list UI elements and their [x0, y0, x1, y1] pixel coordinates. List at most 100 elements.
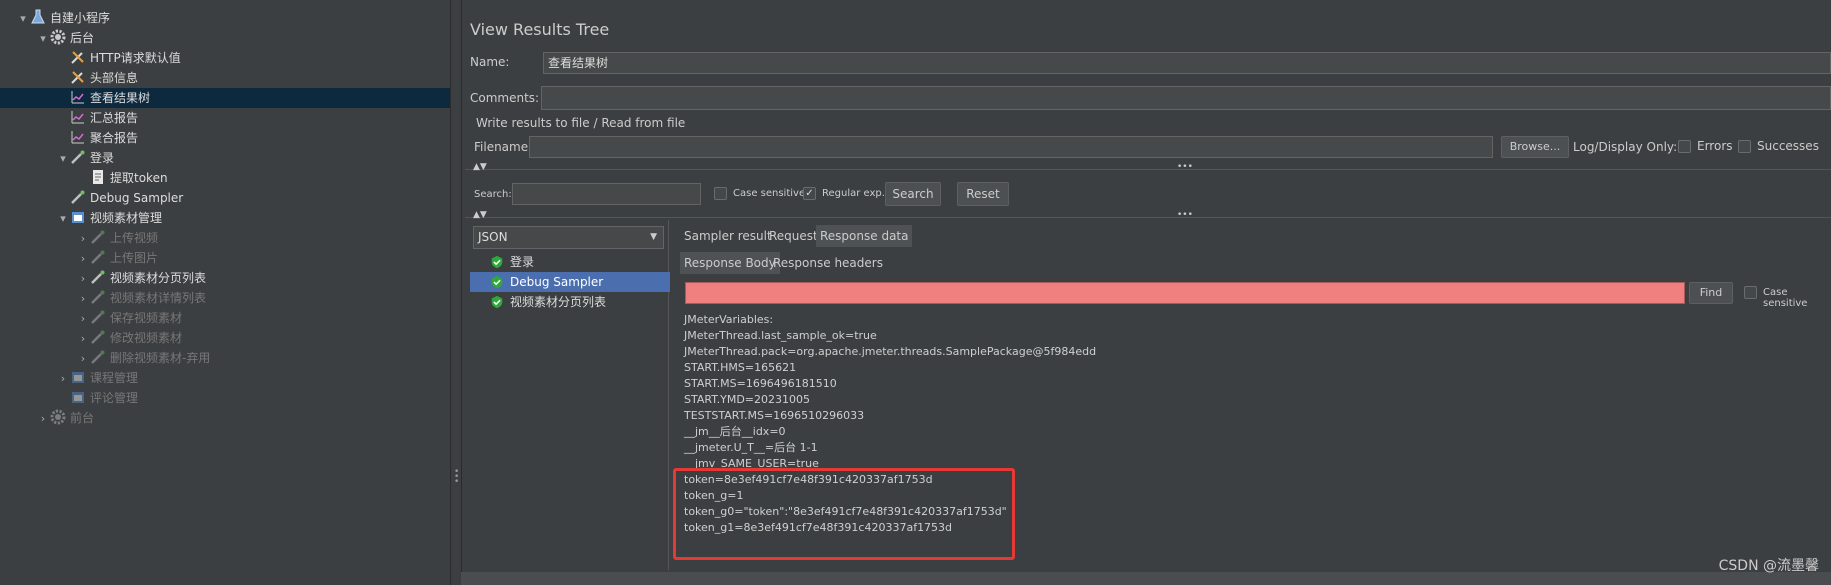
tree-toggle-icon[interactable]: › — [76, 349, 90, 369]
case-sensitive-checkbox[interactable] — [714, 187, 727, 200]
pipette-icon — [70, 189, 88, 205]
gear-icon — [50, 29, 68, 45]
filename-label: Filename — [474, 140, 529, 154]
tree-item[interactable]: ▾ 登录 — [0, 148, 450, 168]
tree-item[interactable]: 评论管理 — [0, 388, 450, 408]
tree-item[interactable]: › 删除视频素材-弃用 — [0, 348, 450, 368]
name-field[interactable]: 查看结果树 — [543, 52, 1831, 74]
subtab-response-body[interactable]: Response Body — [680, 252, 780, 274]
tab-response-data[interactable]: Response data — [816, 225, 913, 247]
divider — [465, 217, 1831, 218]
tree-item[interactable]: › 保存视频素材 — [0, 308, 450, 328]
tree-item[interactable]: ▾ 后台 — [0, 28, 450, 48]
filename-field[interactable] — [529, 136, 1493, 158]
chart-icon — [70, 89, 88, 105]
write-results-legend: Write results to file / Read from file — [476, 116, 686, 130]
splitter-grip-icon: • • • — [454, 467, 460, 487]
tree-toggle-icon[interactable]: ▾ — [56, 209, 70, 229]
tree-item[interactable]: 汇总报告 — [0, 108, 450, 128]
sampler-result-label: 视频素材分页列表 — [510, 295, 607, 309]
sampler-result-item[interactable]: 登录 — [470, 252, 670, 272]
response-line: TESTSTART.MS=1696510296033 — [684, 409, 865, 422]
renderer-select[interactable]: JSON ▼ — [473, 226, 664, 249]
tree-item[interactable]: 聚合报告 — [0, 128, 450, 148]
sampler-result-label: 登录 — [510, 255, 535, 269]
tree-item[interactable]: 头部信息 — [0, 68, 450, 88]
response-line: __jm__后台__idx=0 — [684, 425, 786, 438]
regular-exp-checkbox[interactable]: ✓ — [803, 187, 816, 200]
find-button[interactable]: Find — [1689, 282, 1733, 304]
watermark: CSDN @流墨馨 — [1718, 558, 1819, 574]
tree-item[interactable]: › 视频素材分页列表 — [0, 268, 450, 288]
sampler-result-item[interactable]: 视频素材分页列表 — [470, 292, 670, 312]
find-input[interactable] — [685, 282, 1685, 304]
divider — [465, 169, 1831, 170]
tree-item-label: 汇总报告 — [90, 111, 139, 125]
tree-item[interactable]: 查看结果树 — [0, 88, 450, 108]
comments-label: Comments: — [470, 91, 540, 105]
tree-item-label: 保存视频素材 — [110, 311, 183, 325]
successes-label: Successes — [1757, 139, 1819, 153]
find-case-sensitive-checkbox[interactable] — [1744, 286, 1757, 299]
subtab-response-headers[interactable]: Response headers — [769, 252, 887, 274]
tree-item[interactable]: › 上传视频 — [0, 228, 450, 248]
split-grip-icon[interactable]: ••• — [1177, 210, 1193, 220]
tab-request[interactable]: Request — [765, 225, 822, 247]
collapse-arrows-icon[interactable]: ▲▼ — [473, 162, 487, 172]
tree-item[interactable]: 提取token — [0, 168, 450, 188]
tree-item-label: 评论管理 — [90, 391, 139, 405]
sampler-result-item[interactable]: Debug Sampler — [470, 272, 670, 292]
tree-item[interactable]: ▾ 自建小程序 — [0, 8, 450, 28]
response-line: JMeterThread.pack=org.apache.jmeter.thre… — [684, 345, 1097, 358]
response-line: START.HMS=165621 — [684, 361, 797, 374]
tree-toggle-icon[interactable]: › — [76, 269, 90, 289]
search-button[interactable]: Search — [885, 182, 941, 206]
comments-field[interactable] — [541, 86, 1831, 110]
reset-button[interactable]: Reset — [957, 182, 1009, 206]
logdisplay-label: Log/Display Only: — [1573, 140, 1678, 154]
tree-item-label: 视频素材详情列表 — [110, 291, 207, 305]
search-input[interactable] — [512, 183, 701, 205]
tree-item-label: 自建小程序 — [50, 11, 111, 25]
tree-toggle-icon[interactable]: ▾ — [36, 29, 50, 49]
tree-toggle-icon[interactable]: › — [76, 329, 90, 349]
tree-item[interactable]: › 视频素材详情列表 — [0, 288, 450, 308]
tree-toggle-icon[interactable]: ▾ — [16, 9, 30, 29]
collapse-arrows-icon[interactable]: ▲▼ — [473, 210, 487, 220]
browse-button[interactable]: Browse... — [1501, 136, 1569, 158]
check-shield-icon — [490, 255, 508, 271]
tree-item[interactable]: › 修改视频素材 — [0, 328, 450, 348]
tab-sampler-result[interactable]: Sampler result — [680, 225, 776, 247]
tree-item-label: 课程管理 — [90, 371, 139, 385]
tree-toggle-icon[interactable]: › — [56, 369, 70, 389]
tree-toggle-icon[interactable]: ▾ — [56, 149, 70, 169]
errors-label: Errors — [1697, 139, 1733, 153]
pipette-icon — [90, 249, 108, 265]
chevron-down-icon: ▼ — [650, 232, 657, 242]
horizontal-scrollbar[interactable] — [461, 572, 1831, 585]
tree-item-label: 上传图片 — [110, 251, 159, 265]
tree-item-label: 提取token — [110, 171, 168, 185]
tree-item[interactable]: › 上传图片 — [0, 248, 450, 268]
tree-toggle-icon[interactable]: › — [76, 309, 90, 329]
pipette-icon — [90, 309, 108, 325]
tree-item-label: 后台 — [70, 31, 95, 45]
pipette-icon — [90, 349, 108, 365]
page-title: View Results Tree — [470, 20, 610, 39]
tree-item[interactable]: › 课程管理 — [0, 368, 450, 388]
pipette-icon — [90, 269, 108, 285]
pipette-icon — [90, 229, 108, 245]
split-grip-icon[interactable]: ••• — [1177, 162, 1193, 172]
tree-toggle-icon[interactable]: › — [76, 249, 90, 269]
successes-checkbox[interactable] — [1738, 140, 1751, 153]
errors-checkbox[interactable] — [1678, 140, 1691, 153]
tree-item[interactable]: › 前台 — [0, 408, 450, 428]
sampler-result-label: Debug Sampler — [510, 275, 604, 289]
tree-item[interactable]: HTTP请求默认值 — [0, 48, 450, 68]
tree-item[interactable]: Debug Sampler — [0, 188, 450, 208]
folder-icon — [70, 389, 88, 405]
tree-toggle-icon[interactable]: › — [76, 229, 90, 249]
tree-toggle-icon[interactable]: › — [36, 409, 50, 429]
tree-toggle-icon[interactable]: › — [76, 289, 90, 309]
tree-item[interactable]: ▾ 视频素材管理 — [0, 208, 450, 228]
